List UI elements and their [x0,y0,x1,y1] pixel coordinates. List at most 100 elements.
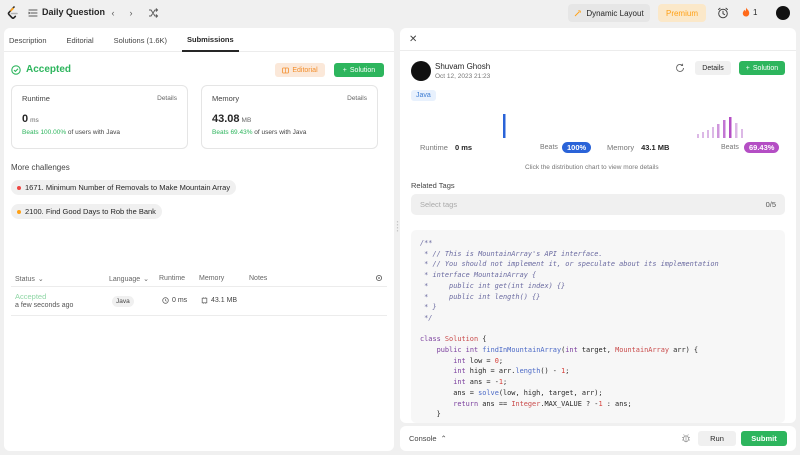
challenge-item[interactable]: 2100. Find Good Days to Rob the Bank [11,204,162,219]
run-button[interactable]: Run [698,431,736,446]
table-row[interactable]: Accepted a few seconds ago Java 0 ms 43.… [11,290,387,316]
dynamic-layout-label: Dynamic Layout [586,8,644,18]
tab-submissions[interactable]: Submissions [182,28,239,52]
memory-number: 43.08 [212,113,240,125]
solution-button-label: Solution [349,66,376,74]
memory-beats-suffix: of users with Java [254,129,307,136]
dynamic-layout-button[interactable]: Dynamic Layout [568,4,650,22]
memory-summary: Memory 43.1 MB [607,143,669,152]
chevron-left-icon: ‹ [111,8,115,18]
row-runtime: 0 ms [162,297,187,304]
submission-detail-panel: ✕ Shuvam Ghosh Oct 12, 2023 21:23 Detail… [400,28,796,423]
memory-card[interactable]: Memory Details 43.08 MB Beats 69.43% of u… [201,85,378,149]
debug-icon[interactable] [681,433,691,443]
tags-select[interactable]: Select tags 0/5 [411,194,785,215]
settings-gear-icon[interactable] [375,274,383,282]
code-viewer[interactable]: /** * // This is MountainArray's API int… [411,230,785,423]
console-label: Console [409,434,437,443]
memory-distribution-bar [741,129,743,138]
memory-column-header: Memory [199,275,225,282]
row-status[interactable]: Accepted [15,292,46,301]
status-column-header[interactable]: Status ⌄ [15,275,44,284]
language-tag: Java [411,90,436,101]
console-toggle[interactable]: Console ⌃ [409,434,447,443]
post-solution-button[interactable]: + Solution [334,63,384,77]
difficulty-dot-icon [17,209,21,214]
runtime-beats-suffix: of users with Java [67,129,120,136]
page-title[interactable]: Daily Question [42,7,105,17]
refresh-icon[interactable] [675,63,685,73]
more-challenges-title: More challenges [11,163,70,172]
memory-beats-prefix: Beats [212,129,229,136]
prev-problem-button[interactable]: ‹ [106,6,120,20]
problem-list-icon[interactable] [28,8,38,18]
memory-summary-value: 43.1 MB [641,143,670,152]
runtime-distribution-bar [503,114,506,138]
memory-distribution-bar [702,132,704,138]
memory-details-link[interactable]: Details [347,95,367,102]
tags-count: 0/5 [765,200,776,209]
chip-icon [201,297,208,304]
leetcode-logo-icon[interactable] [7,6,19,20]
runtime-beats-prefix: Beats [22,129,39,136]
runtime-label: Runtime [22,94,50,103]
runtime-card[interactable]: Runtime Details 0 ms Beats 100.00% of use… [11,85,188,149]
runtime-beats-pct: 100.00% [40,129,67,136]
runtime-number: 0 [22,113,29,125]
tab-description[interactable]: Description [4,28,52,52]
challenge-label: 1671. Minimum Number of Removals to Make… [25,183,231,192]
distribution-hint: Click the distribution chart to view mor… [525,164,659,171]
editorial-button[interactable]: Editorial [275,63,325,77]
memory-distribution-bar [717,124,720,138]
runtime-summary-value: 0 ms [454,143,473,152]
post-solution-button[interactable]: + Solution [739,61,785,75]
memory-value: 43.08 MB [212,113,367,125]
top-navbar: Daily Question ‹ › Dynamic Layout Premiu… [0,0,800,26]
row-memory-value: 43.1 MB [211,297,238,304]
runtime-beats-label: Beats [540,144,558,151]
clock-icon [162,297,169,304]
memory-beats: Beats 69.43% of users with Java [212,129,367,136]
fire-icon [742,7,750,17]
author-name[interactable]: Shuvam Ghosh [435,62,490,71]
memory-beats-pill: 69.43% [744,142,780,153]
challenge-item[interactable]: 1671. Minimum Number of Removals to Make… [11,180,237,195]
submission-date: Oct 12, 2023 21:23 [435,73,491,80]
language-column-header[interactable]: Language ⌄ [109,275,149,284]
runtime-summary-label: Runtime [420,143,448,152]
related-tags-title: Related Tags [411,181,455,190]
language-header-label: Language [109,275,141,283]
runtime-beats-pill: 100% [562,142,592,153]
tab-editorial[interactable]: Editorial [62,28,99,52]
memory-distribution-bar [723,120,726,138]
submissions-panel: Description Editorial Solutions (1.6K) S… [4,28,394,451]
author-avatar[interactable] [411,61,431,81]
row-runtime-value: 0 ms [172,297,188,304]
runtime-beats: Beats 100.00% of users with Java [22,129,177,136]
memory-beats-label: Beats [721,144,739,151]
sparkle-icon [574,10,582,17]
shuffle-icon[interactable] [146,6,160,20]
solution-button-label: Solution [752,64,779,72]
details-button[interactable]: Details [695,61,731,75]
problem-tabs: Description Editorial Solutions (1.6K) S… [4,28,394,52]
runtime-summary: Runtime 0 ms [420,143,472,152]
alarm-clock-icon[interactable] [716,6,730,20]
memory-distribution-bar [707,130,709,138]
close-icon[interactable]: ✕ [409,34,417,45]
chevron-right-icon: › [129,8,133,18]
streak-counter[interactable]: 1 [742,7,757,17]
user-avatar[interactable] [776,6,790,20]
runtime-details-link[interactable]: Details [157,95,177,102]
submit-button[interactable]: Submit [741,431,787,446]
premium-button[interactable]: Premium [658,4,706,22]
runtime-value: 0 ms [22,113,177,125]
next-problem-button[interactable]: › [124,6,138,20]
row-language: Java [112,296,134,307]
challenge-label: 2100. Find Good Days to Rob the Bank [25,207,156,216]
editorial-button-label: Editorial [292,66,318,74]
memory-distribution-bar [729,117,732,138]
panel-resize-handle[interactable] [396,220,399,234]
tab-solutions[interactable]: Solutions (1.6K) [109,28,172,52]
memory-beats-pct: 69.43% [230,129,253,136]
